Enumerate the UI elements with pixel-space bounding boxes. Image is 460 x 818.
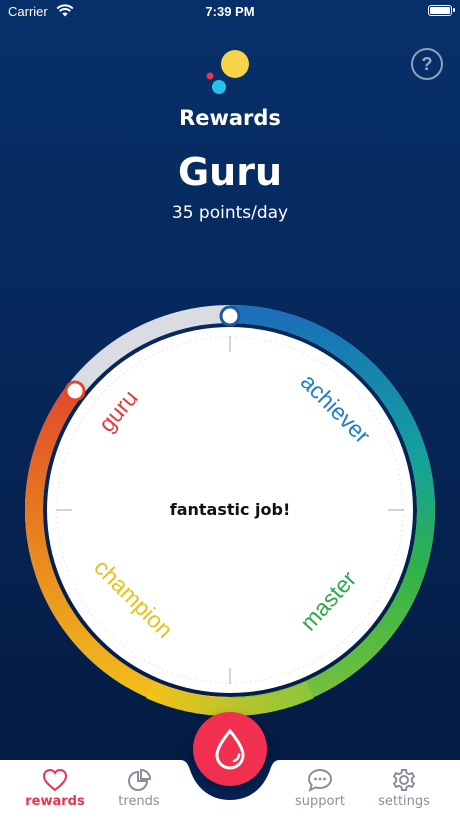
page-title: Rewards [179, 106, 281, 130]
dial-handle-top[interactable] [219, 305, 241, 327]
battery-icon [428, 5, 455, 16]
app-logo [206, 50, 249, 94]
points-per-day: 35 points/day [171, 203, 289, 223]
help-button[interactable]: ? [411, 48, 443, 80]
status-time: 7:39 PM [205, 4, 255, 19]
dial-handle-left[interactable] [64, 380, 86, 402]
status-bar: Carrier 7:39 PM [0, 0, 460, 24]
water-drop-icon [215, 728, 245, 770]
dial-center-message: fantastic job! [169, 500, 291, 519]
level-name: Guru [177, 150, 283, 194]
log-water-button[interactable] [193, 712, 267, 786]
